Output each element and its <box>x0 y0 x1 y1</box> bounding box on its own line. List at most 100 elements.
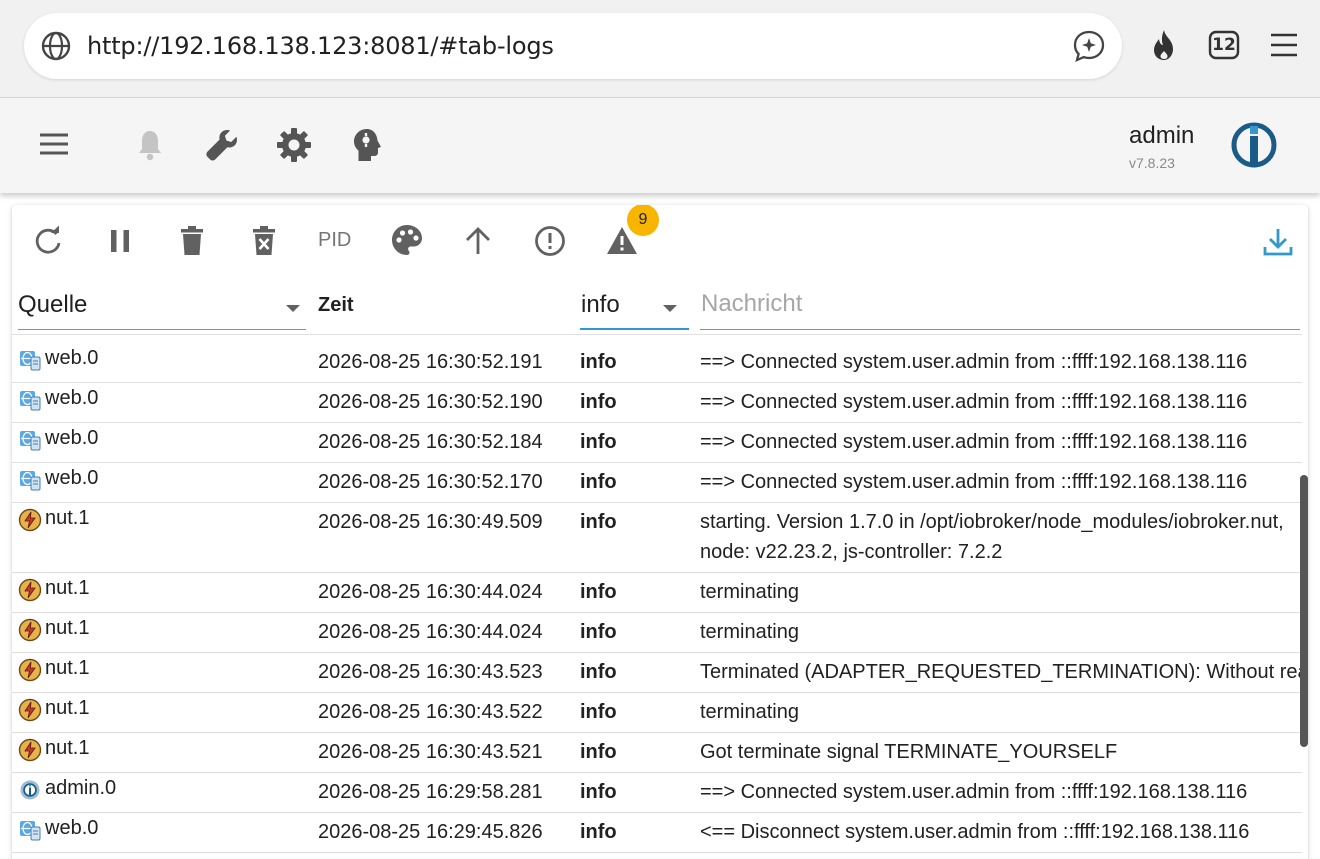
head-icon[interactable] <box>347 126 385 164</box>
log-time: 2026-08-25 16:30:44.024 <box>318 581 543 603</box>
menu-icon[interactable] <box>35 125 73 163</box>
log-row: admin.0 2026-08-25 16:29:58.281 info ==> Co… <box>12 773 1302 813</box>
log-message: Terminated (ADAPTER_REQUESTED_TERMINATIO… <box>700 661 1300 683</box>
log-message: ==> Connected system.user.admin from ::f… <box>700 431 1248 453</box>
log-level: info <box>580 511 617 533</box>
log-time: 2026-08-25 16:30:52.170 <box>318 471 543 493</box>
assistant-icon[interactable] <box>1072 29 1106 63</box>
log-level: info <box>580 621 617 643</box>
bell-icon[interactable] <box>131 126 169 164</box>
log-row: nut.1 2026-08-25 16:30:44.024 info terminat… <box>12 573 1302 613</box>
address-bar[interactable]: http://192.168.138.123:8081/#tab-logs <box>24 13 1122 79</box>
time-column-header: Zeit <box>318 294 354 316</box>
log-message: terminating <box>700 581 799 603</box>
log-time: 2026-08-25 16:30:43.521 <box>318 741 543 763</box>
log-time: 2026-08-25 16:30:52.191 <box>318 351 543 373</box>
log-row: nut.1 2026-08-25 16:30:49.509 info starting… <box>12 503 1302 573</box>
log-message: Got terminate signal TERMINATE_YOURSELF <box>700 741 1118 763</box>
nut-adapter-icon <box>18 738 42 762</box>
arrow-up-icon[interactable] <box>461 224 495 258</box>
log-panel: PID 9 Quelle Zeit info web.02026-08 <box>12 205 1308 859</box>
web-adapter-icon <box>20 431 41 451</box>
log-source: nut.1 <box>45 617 90 639</box>
log-level: info <box>580 391 617 413</box>
log-message: ==> Connected system.user.admin from ::f… <box>700 351 1248 373</box>
log-row: web.0 2026-08-25 16:29:45.826 info <== Disc… <box>12 813 1302 853</box>
pid-toggle[interactable]: PID <box>318 229 351 252</box>
log-source: nut.1 <box>45 737 90 759</box>
divider <box>12 334 1302 335</box>
log-message: <== Disconnect system.user.admin from ::… <box>700 821 1250 843</box>
log-source: web.0 <box>45 387 99 409</box>
chevron-down-icon <box>663 305 677 312</box>
globe-icon <box>41 31 71 61</box>
nut-adapter-icon <box>18 578 42 602</box>
browser-menu-icon[interactable] <box>1266 27 1302 63</box>
log-time: 2026-08-25 16:30:44.024 <box>318 621 543 643</box>
log-level: info <box>580 431 617 453</box>
log-row: web.0 2026-08-25 16:30:52.170 info ==> Conn… <box>12 463 1302 503</box>
user-name[interactable]: admin <box>1129 122 1194 150</box>
source-filter-label: Quelle <box>18 291 88 318</box>
message-filter-input[interactable] <box>701 290 1281 318</box>
web-adapter-icon <box>20 471 41 491</box>
log-source: web.0 <box>45 467 99 489</box>
log-time: 2026-08-25 16:30:52.184 <box>318 431 543 453</box>
log-time: 2026-08-25 16:29:58.281 <box>318 781 543 803</box>
log-message: starting. Version 1.7.0 in /opt/iobroker… <box>700 511 1284 563</box>
log-message: ==> Connected system.user.admin from ::f… <box>700 781 1248 803</box>
chevron-down-icon <box>286 305 300 312</box>
log-level: info <box>580 351 617 373</box>
warning-count-badge: 9 <box>627 205 659 236</box>
log-level: info <box>580 701 617 723</box>
log-row: web.0 2026-08-25 16:30:52.190 info ==> Conn… <box>12 383 1302 423</box>
nut-adapter-icon <box>18 658 42 682</box>
log-level: info <box>580 781 617 803</box>
level-filter-value: info <box>581 291 620 318</box>
web-adapter-icon <box>20 821 41 841</box>
log-source: nut.1 <box>45 507 90 529</box>
log-source: admin.0 <box>45 777 117 799</box>
log-row: web.0 2026-08-25 16:30:52.184 info ==> Conn… <box>12 423 1302 463</box>
url-text[interactable]: http://192.168.138.123:8081/#tab-logs <box>87 32 554 60</box>
pause-icon[interactable] <box>103 224 137 258</box>
refresh-icon[interactable] <box>31 224 65 258</box>
log-source: web.0 <box>45 347 99 369</box>
log-source: nut.1 <box>45 657 90 679</box>
log-time: 2026-08-25 16:30:49.509 <box>318 511 543 533</box>
version-label: v7.8.23 <box>1129 155 1175 171</box>
log-level: info <box>580 821 617 843</box>
log-level: info <box>580 661 617 683</box>
delete-icon[interactable] <box>175 224 209 258</box>
source-filter[interactable]: Quelle <box>18 288 306 330</box>
log-row: nut.1 2026-08-25 16:30:44.024 info terminat… <box>12 613 1302 653</box>
log-source: nut.1 <box>45 577 90 599</box>
log-time: 2026-08-25 16:30:43.523 <box>318 661 543 683</box>
log-time: 2026-08-25 16:30:52.190 <box>318 391 543 413</box>
message-filter[interactable] <box>700 288 1300 330</box>
log-message: terminating <box>700 701 799 723</box>
browser-toolbar: http://192.168.138.123:8081/#tab-logs 12 <box>0 0 1320 98</box>
level-filter[interactable]: info <box>580 288 689 330</box>
web-adapter-icon <box>20 391 41 411</box>
log-time: 2026-08-25 16:29:45.826 <box>318 821 543 843</box>
iobroker-logo[interactable] <box>1229 120 1279 170</box>
download-icon[interactable] <box>1261 225 1295 259</box>
gear-icon[interactable] <box>275 126 313 164</box>
web-adapter-icon <box>20 351 41 371</box>
log-row: web.0 2026-08-25 16:30:52.191 info ==> Conn… <box>12 343 1302 383</box>
delete-x-icon[interactable] <box>247 224 281 258</box>
wrench-icon[interactable] <box>203 126 241 164</box>
log-row: nut.1 2026-08-25 16:30:43.523 info Terminat… <box>12 653 1302 693</box>
log-table: web.0 2026-08-25 16:30:52.191 info ==> Conn… <box>12 343 1302 853</box>
app-toolbar <box>0 98 1320 193</box>
scrollbar[interactable] <box>1300 475 1308 747</box>
log-source: web.0 <box>45 427 99 449</box>
error-icon[interactable] <box>533 224 567 258</box>
admin-adapter-icon <box>20 780 40 800</box>
tab-count[interactable]: 12 <box>1206 27 1242 63</box>
palette-icon[interactable] <box>390 223 424 257</box>
nut-adapter-icon <box>18 698 42 722</box>
log-time: 2026-08-25 16:30:43.522 <box>318 701 543 723</box>
fire-icon[interactable] <box>1146 27 1182 63</box>
